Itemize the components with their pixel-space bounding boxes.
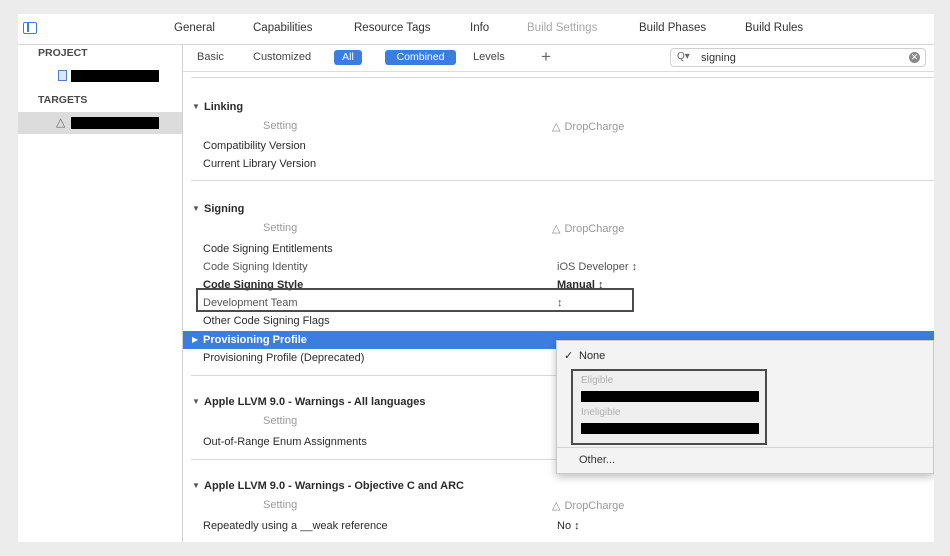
tab-resource-tags[interactable]: Resource Tags [354, 22, 431, 34]
xcode-window: General Capabilities Resource Tags Info … [18, 14, 934, 542]
filter-customized[interactable]: Customized [253, 51, 311, 63]
column-header-row: Setting △ DropCharge [183, 496, 934, 514]
setting-row[interactable]: Compatibility Version [183, 137, 934, 155]
filter-combined-button[interactable]: Combined [385, 50, 456, 65]
annotation-highlight-box [196, 288, 634, 312]
app-target-icon: △ [552, 500, 561, 512]
redacted-target-name [71, 117, 159, 129]
build-settings-filter-bar: Basic Customized All Combined Levels + Q… [183, 45, 934, 72]
provisioning-profile-menu: ✓ None Eligible Ineligible Other... [556, 340, 934, 474]
section-separator [191, 77, 934, 78]
section-separator [191, 180, 934, 181]
search-icon: Q▾ [677, 51, 690, 62]
filter-all-button[interactable]: All [334, 50, 362, 65]
section-signing[interactable]: ▼ Signing [183, 200, 934, 218]
tab-build-settings[interactable]: Build Settings [527, 22, 597, 34]
setting-name: Provisioning Profile [203, 334, 307, 346]
disclosure-down-icon[interactable]: ▼ [192, 481, 200, 490]
project-item[interactable] [18, 65, 182, 87]
setting-name: Code Signing Identity [203, 261, 308, 273]
menu-item-label: None [579, 350, 606, 362]
disclosure-down-icon[interactable]: ▼ [192, 102, 200, 111]
disclosure-down-icon[interactable]: ▼ [192, 204, 200, 213]
app-target-icon: △ [552, 223, 561, 235]
filter-basic[interactable]: Basic [197, 51, 224, 63]
disclosure-down-icon[interactable]: ▼ [192, 397, 200, 406]
tab-build-rules[interactable]: Build Rules [745, 22, 803, 34]
ineligible-group-label: Ineligible [581, 407, 621, 418]
setting-row[interactable]: Code Signing Entitlements [183, 240, 934, 258]
tab-info[interactable]: Info [470, 22, 489, 34]
editor-tab-bar: General Capabilities Resource Tags Info … [18, 14, 934, 45]
setting-name: Other Code Signing Flags [203, 315, 330, 327]
section-linking[interactable]: ▼ Linking [183, 98, 934, 116]
section-title: Apple LLVM 9.0 - Warnings - All language… [204, 396, 426, 408]
clear-search-icon[interactable]: ✕ [909, 52, 920, 63]
setting-name: Out-of-Range Enum Assignments [203, 436, 367, 448]
app-target-icon: △ [56, 115, 66, 129]
menu-item-none[interactable]: ✓ None [557, 345, 933, 367]
project-navigator: PROJECT TARGETS △ [18, 45, 183, 542]
filter-levels[interactable]: Levels [473, 51, 505, 63]
sidebar-toggle-icon[interactable] [23, 22, 37, 34]
section-warnings-objc-arc[interactable]: ▼ Apple LLVM 9.0 - Warnings - Objective … [183, 477, 934, 495]
setting-row[interactable]: Code Signing Identity iOS Developer ↕ [183, 258, 934, 276]
column-header-row: Setting △ DropCharge [183, 117, 934, 135]
setting-column-header: Setting [263, 120, 298, 132]
target-name: DropCharge [564, 121, 625, 133]
setting-row[interactable]: Other Code Signing Flags [183, 312, 934, 330]
setting-row[interactable]: Current Library Version [183, 155, 934, 173]
setting-column-header: Setting [263, 222, 298, 234]
eligible-group-label: Eligible [581, 375, 614, 386]
search-field[interactable]: Q▾ signing ✕ [670, 48, 926, 67]
setting-row[interactable]: Repeatedly using a __weak reference No ↕ [183, 517, 934, 535]
add-setting-button[interactable]: + [541, 47, 551, 67]
setting-column-header: Setting [263, 499, 298, 511]
redacted-ineligible-profile[interactable] [581, 423, 759, 434]
column-header-row: Setting △ DropCharge [183, 219, 934, 237]
setting-column-header: Setting [263, 415, 298, 427]
target-column-header: △ DropCharge [552, 499, 624, 512]
app-target-icon: △ [552, 121, 561, 133]
menu-item-other[interactable]: Other... [579, 454, 615, 466]
tab-capabilities[interactable]: Capabilities [253, 22, 312, 34]
disclosure-right-icon[interactable]: ▶ [192, 335, 198, 344]
target-column-header: △ DropCharge [552, 222, 624, 235]
menu-divider [557, 447, 933, 448]
section-title: Apple LLVM 9.0 - Warnings - Objective C … [204, 480, 464, 492]
redacted-eligible-profile[interactable] [581, 391, 759, 402]
redacted-project-name [71, 70, 159, 82]
search-input[interactable]: signing [701, 52, 736, 64]
setting-name: Compatibility Version [203, 140, 306, 152]
setting-value-popup[interactable]: No ↕ [557, 520, 580, 532]
target-name: DropCharge [564, 223, 625, 235]
section-title: Linking [204, 101, 244, 113]
project-file-icon [58, 70, 67, 81]
setting-name: Code Signing Entitlements [203, 243, 333, 255]
profile-group-box: Eligible Ineligible [571, 369, 767, 445]
checkmark-icon: ✓ [564, 350, 574, 362]
setting-value-popup[interactable]: iOS Developer ↕ [557, 261, 637, 273]
section-title: Signing [204, 203, 245, 215]
tab-general[interactable]: General [174, 22, 215, 34]
tab-build-phases[interactable]: Build Phases [639, 22, 706, 34]
target-item[interactable]: △ [18, 112, 182, 134]
target-name: DropCharge [564, 500, 625, 512]
target-column-header: △ DropCharge [552, 120, 624, 133]
project-header: PROJECT [38, 47, 88, 59]
targets-header: TARGETS [38, 94, 88, 106]
setting-name: Current Library Version [203, 158, 317, 170]
setting-name: Provisioning Profile (Deprecated) [203, 352, 365, 364]
setting-name: Repeatedly using a __weak reference [203, 520, 388, 532]
